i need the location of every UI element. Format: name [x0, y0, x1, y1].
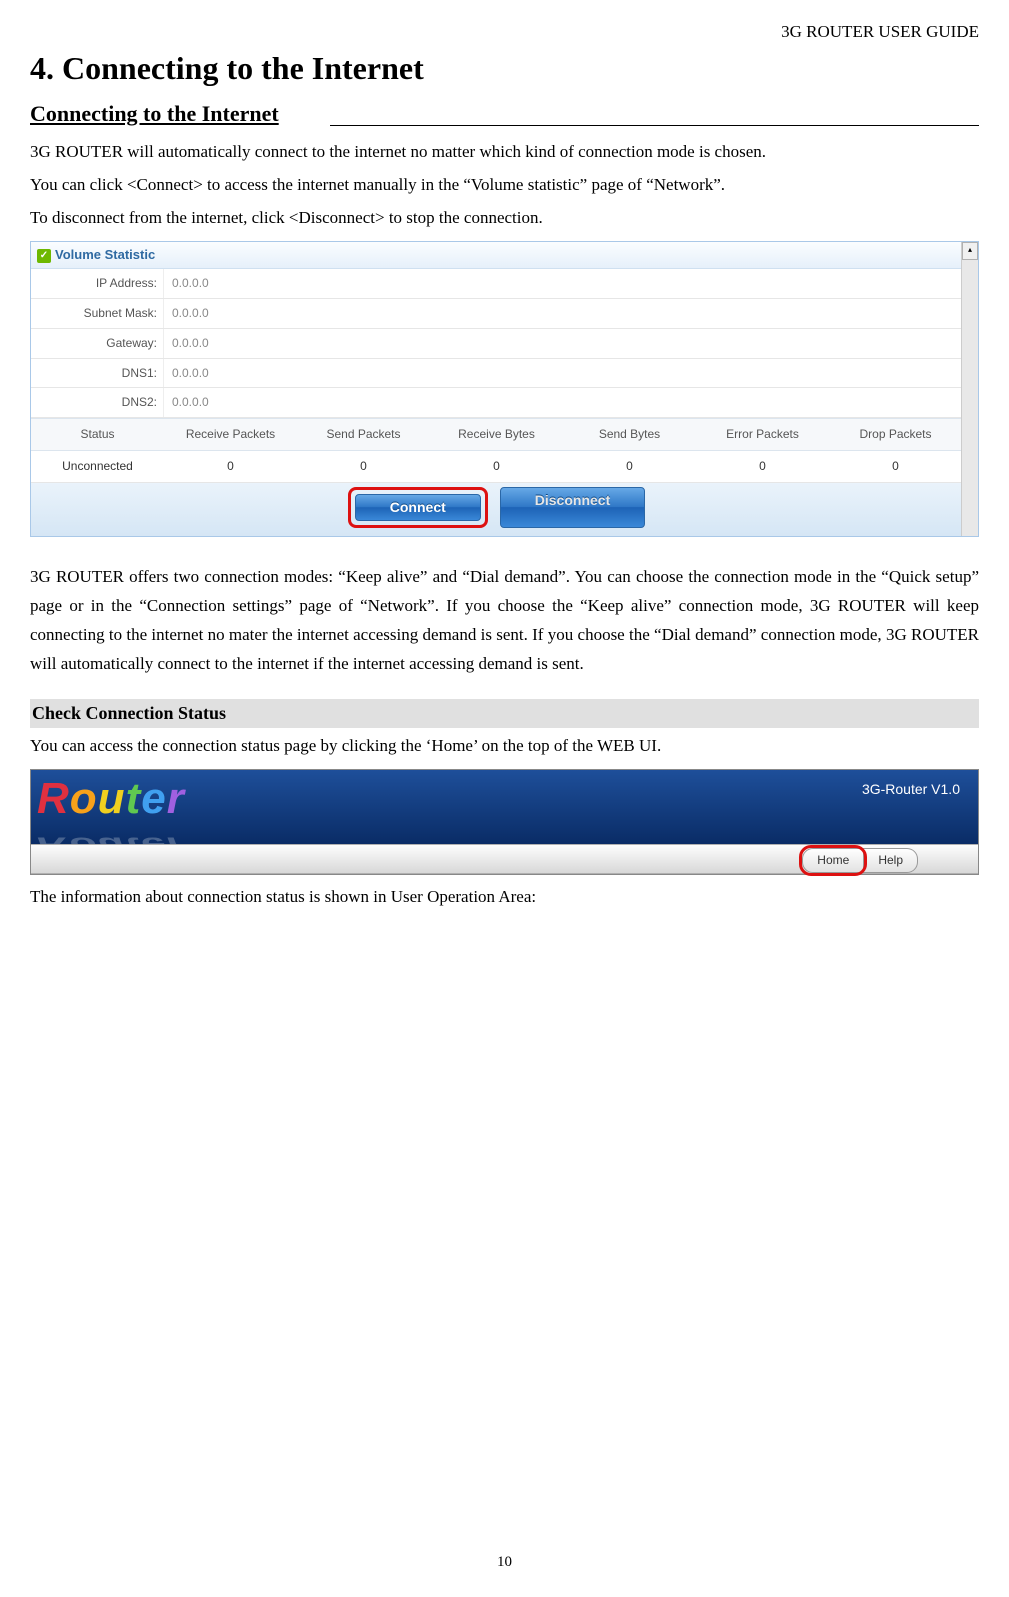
chapter-title: 4. Connecting to the Internet [30, 46, 979, 91]
dns2-label: DNS2: [31, 388, 163, 417]
router-version: 3G-Router V1.0 [862, 780, 960, 800]
router-logo: Router [37, 768, 185, 830]
kv-row-gateway: Gateway: 0.0.0.0 [31, 329, 962, 359]
stats-header-row: Status Receive Packets Send Packets Rece… [31, 418, 962, 451]
val-send-pkts: 0 [297, 451, 430, 482]
gw-value: 0.0.0.0 [163, 329, 962, 358]
help-button[interactable]: Help [864, 848, 918, 873]
kv-row-mask: Subnet Mask: 0.0.0.0 [31, 299, 962, 329]
router-banner: Router Router 3G-Router V1.0 Home Help [30, 769, 979, 875]
home-button-label: Home [817, 853, 849, 867]
gw-label: Gateway: [31, 329, 163, 358]
kv-row-ip: IP Address: 0.0.0.0 [31, 269, 962, 299]
dns1-label: DNS1: [31, 359, 163, 388]
col-send-bytes: Send Bytes [563, 419, 696, 450]
connect-highlight-box: Connect [348, 487, 488, 529]
disconnect-button[interactable]: Disconnect [500, 487, 645, 529]
kv-row-dns1: DNS1: 0.0.0.0 [31, 359, 962, 389]
ip-label: IP Address: [31, 269, 163, 298]
connect-button[interactable]: Connect [355, 494, 481, 522]
mask-value: 0.0.0.0 [163, 299, 962, 328]
dns1-value: 0.0.0.0 [163, 359, 962, 388]
paragraph: 3G ROUTER offers two connection modes: “… [30, 563, 979, 679]
val-status: Unconnected [31, 451, 164, 482]
col-send-pkts: Send Packets [297, 419, 430, 450]
paragraph: To disconnect from the internet, click <… [30, 204, 979, 233]
paragraph: 3G ROUTER will automatically connect to … [30, 138, 979, 167]
col-status: Status [31, 419, 164, 450]
paragraph: You can click <Connect> to access the in… [30, 171, 979, 200]
col-err-pkts: Error Packets [696, 419, 829, 450]
kv-row-dns2: DNS2: 0.0.0.0 [31, 388, 962, 418]
val-recv-bytes: 0 [430, 451, 563, 482]
paragraph: You can access the connection status pag… [30, 732, 979, 761]
panel-title-bar: ✓ Volume Statistic [31, 242, 962, 269]
section-title: Connecting to the Internet [30, 99, 979, 131]
dns2-value: 0.0.0.0 [163, 388, 962, 417]
subsection-title: Check Connection Status [30, 699, 979, 728]
panel-title-text: Volume Statistic [55, 247, 155, 262]
val-err-pkts: 0 [696, 451, 829, 482]
scrollbar[interactable]: ▴ [961, 242, 978, 536]
banner-toolbar: Home Help [31, 844, 978, 874]
paragraph: The information about connection status … [30, 883, 979, 912]
val-send-bytes: 0 [563, 451, 696, 482]
col-recv-pkts: Receive Packets [164, 419, 297, 450]
page-number: 10 [0, 1552, 1009, 1573]
banner-top: Router Router 3G-Router V1.0 [31, 770, 978, 844]
val-recv-pkts: 0 [164, 451, 297, 482]
col-recv-bytes: Receive Bytes [430, 419, 563, 450]
col-drop-pkts: Drop Packets [829, 419, 962, 450]
ip-value: 0.0.0.0 [163, 269, 962, 298]
home-button[interactable]: Home [802, 848, 864, 873]
stats-data-row: Unconnected 0 0 0 0 0 0 [31, 451, 962, 483]
val-drop-pkts: 0 [829, 451, 962, 482]
scroll-up-icon[interactable]: ▴ [962, 242, 978, 260]
expand-icon[interactable]: ✓ [37, 249, 51, 263]
panel-footer: Connect Disconnect [31, 483, 962, 537]
volume-statistic-panel: ▴ ✓Volume Statistic IP Address: 0.0.0.0 … [30, 241, 979, 537]
banner-button-group: Home Help [802, 848, 918, 873]
mask-label: Subnet Mask: [31, 299, 163, 328]
page-header: 3G ROUTER USER GUIDE [30, 20, 979, 44]
